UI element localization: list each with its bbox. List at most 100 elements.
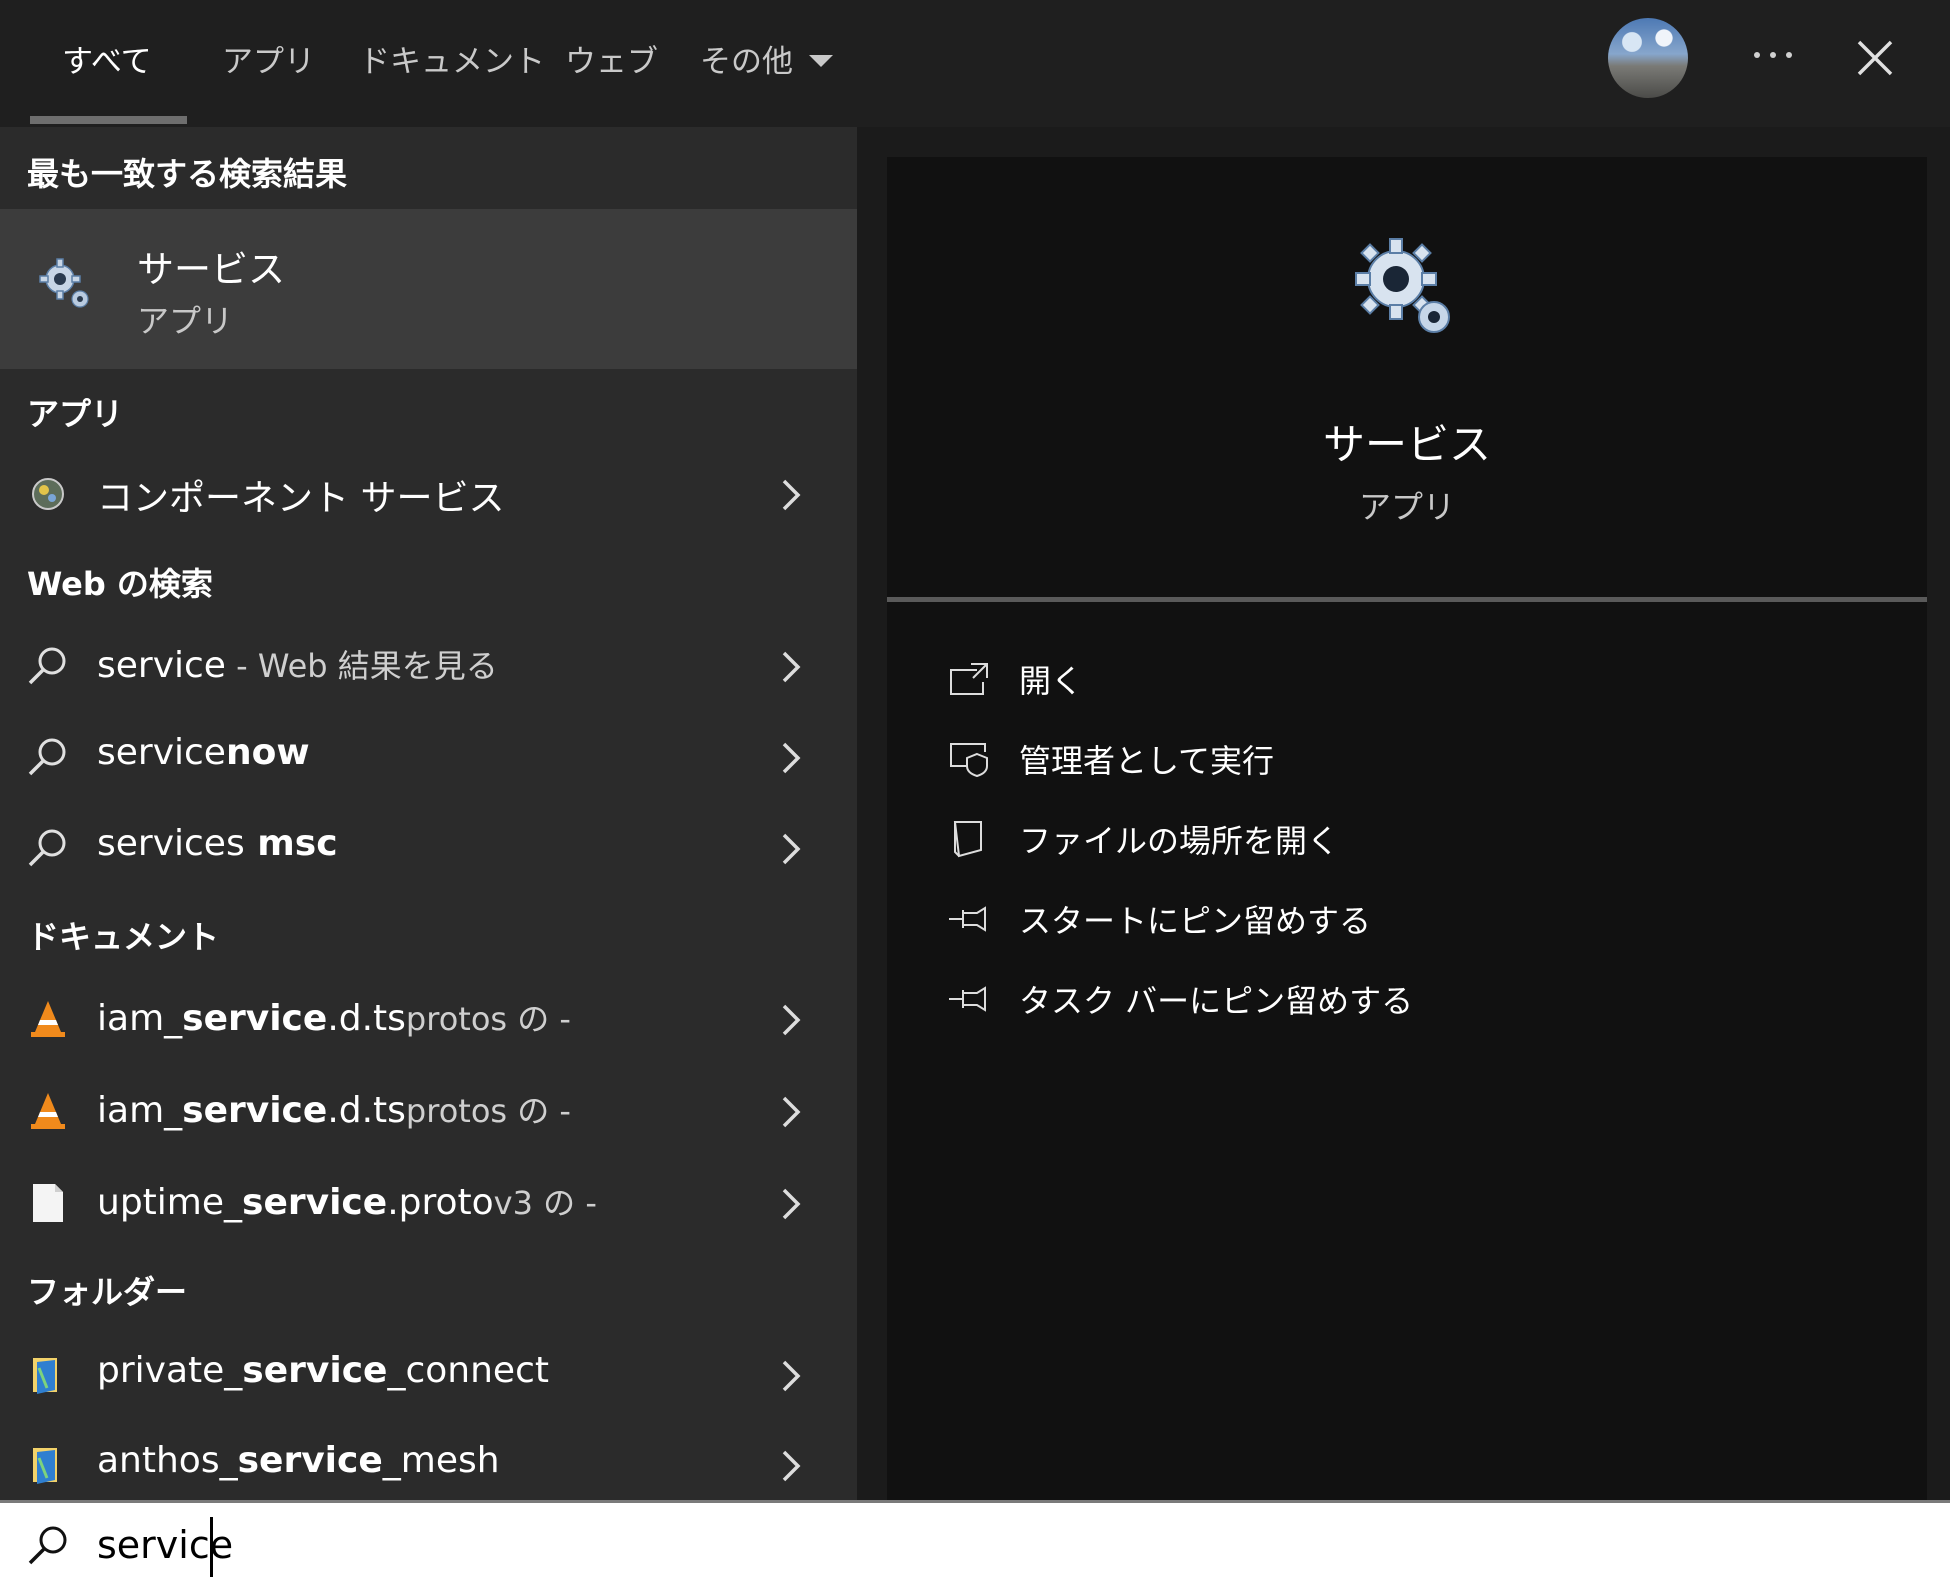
doc-location: v3 の -	[493, 1184, 597, 1222]
list-item-label: private_service_connect	[97, 1350, 549, 1391]
services-gear-icon	[39, 258, 89, 308]
action-label: ファイルの場所を開く	[1019, 822, 1340, 860]
search-input[interactable]	[97, 1515, 1797, 1575]
text-cursor	[210, 1517, 213, 1577]
action-run-as-admin[interactable]: 管理者として実行	[947, 730, 1847, 786]
action-pin-to-taskbar[interactable]: タスク バーにピン留めする	[947, 970, 1847, 1026]
section-apps: アプリ	[27, 395, 124, 433]
web-query-completion: msc	[244, 823, 338, 864]
doc-name-prefix: iam_	[97, 998, 183, 1039]
folder-icon	[33, 1358, 57, 1394]
action-pin-to-start[interactable]: スタートにピン留めする	[947, 890, 1847, 946]
list-item-document[interactable]: iam_service.d.tsprotos の -	[0, 1072, 857, 1152]
chevron-right-icon[interactable]	[780, 1448, 802, 1484]
active-tab-indicator	[30, 116, 187, 124]
tab-apps[interactable]: アプリ	[222, 36, 315, 81]
list-item-web[interactable]: services msc	[0, 809, 857, 889]
action-label: 管理者として実行	[1019, 742, 1275, 780]
web-query: service	[97, 732, 226, 773]
chevron-right-icon[interactable]	[780, 831, 802, 867]
services-gear-icon	[1355, 238, 1450, 333]
list-item-label: コンポーネント サービス	[97, 478, 505, 519]
pin-icon	[949, 906, 986, 932]
best-match-subtitle: アプリ	[137, 302, 234, 340]
avatar[interactable]	[1608, 18, 1688, 98]
doc-location: protos の -	[405, 1092, 571, 1130]
list-item-folder[interactable]: private_service_connect	[0, 1336, 857, 1416]
preview-title: サービス	[1322, 420, 1491, 469]
best-match-title: サービス	[137, 248, 285, 291]
list-item-label: service - Web 結果を見る	[97, 641, 498, 687]
section-folders: フォルダー	[27, 1273, 188, 1311]
chevron-right-icon[interactable]	[780, 1002, 802, 1038]
preview-subtitle: アプリ	[1358, 488, 1455, 526]
search-icon	[28, 647, 66, 685]
web-query: service	[97, 645, 226, 686]
list-item-folder[interactable]: anthos_service_mesh	[0, 1426, 857, 1500]
list-item-web[interactable]: servicenow	[0, 718, 857, 798]
folder-name-prefix: private_	[97, 1350, 243, 1391]
tab-documents[interactable]: ドキュメント	[359, 36, 545, 81]
vlc-cone-icon	[31, 1093, 65, 1129]
section-documents: ドキュメント	[27, 918, 220, 956]
list-item-document[interactable]: uptime_service.protov3 の -	[0, 1164, 857, 1244]
tab-more[interactable]: その他	[700, 36, 833, 81]
list-item-label: iam_service.d.tsprotos の -	[97, 994, 571, 1040]
preview-pane: サービス アプリ 開く 管理者として実行 ファイルの場所を開く スタートにピン留…	[887, 157, 1927, 1500]
best-match-item[interactable]: サービス アプリ	[0, 209, 857, 369]
web-query-completion: now	[225, 732, 310, 773]
file-icon	[33, 1184, 63, 1222]
list-item-label: servicenow	[97, 732, 310, 773]
doc-name-suffix: .proto	[387, 1182, 494, 1223]
search-bar	[0, 1500, 1950, 1590]
more-options-icon[interactable]	[1750, 40, 1796, 70]
folder-name-suffix: _mesh	[382, 1440, 500, 1481]
chevron-right-icon[interactable]	[780, 1186, 802, 1222]
doc-name-prefix: iam_	[97, 1090, 183, 1131]
results-pane: 最も一致する検索結果 サービス アプリ アプリ コンポーネント サービス Web…	[0, 127, 857, 1500]
pin-icon	[949, 986, 986, 1012]
web-query: services	[97, 823, 245, 864]
folder-name-match: service	[237, 1440, 383, 1481]
search-icon	[28, 829, 66, 867]
doc-name-prefix: uptime_	[97, 1182, 243, 1223]
folder-icon	[33, 1448, 57, 1484]
section-best-match: 最も一致する検索結果	[27, 155, 348, 193]
tab-all[interactable]: すべて	[62, 36, 152, 81]
folder-name-suffix: _connect	[387, 1350, 549, 1391]
action-open[interactable]: 開く	[947, 650, 1847, 706]
web-suffix: - Web 結果を見る	[225, 647, 498, 685]
chevron-right-icon[interactable]	[780, 477, 802, 513]
action-open-file-location[interactable]: ファイルの場所を開く	[947, 810, 1847, 866]
open-file-location-icon	[953, 821, 982, 858]
list-item-label: iam_service.d.tsprotos の -	[97, 1086, 571, 1132]
chevron-right-icon[interactable]	[780, 1094, 802, 1130]
run-as-admin-icon	[950, 743, 988, 778]
chevron-right-icon[interactable]	[780, 1358, 802, 1394]
component-services-icon	[32, 478, 64, 510]
chevron-right-icon[interactable]	[780, 740, 802, 776]
chevron-down-icon	[809, 54, 833, 67]
top-tab-bar: すべて アプリ ドキュメント ウェブ その他	[0, 0, 1950, 127]
list-item-app[interactable]: コンポーネント サービス	[0, 455, 857, 535]
tab-web[interactable]: ウェブ	[565, 36, 658, 81]
doc-name-match: service	[182, 1090, 328, 1131]
open-icon	[950, 663, 988, 695]
list-item-label: anthos_service_mesh	[97, 1440, 500, 1481]
folder-name-prefix: anthos_	[97, 1440, 238, 1481]
doc-name-suffix: .d.ts	[327, 998, 406, 1039]
divider	[887, 597, 1927, 602]
list-item-document[interactable]: iam_service.d.tsprotos の -	[0, 980, 857, 1060]
chevron-right-icon[interactable]	[780, 649, 802, 685]
vlc-cone-icon	[31, 1001, 65, 1037]
search-icon	[28, 1526, 67, 1565]
list-item-web[interactable]: service - Web 結果を見る	[0, 627, 857, 707]
doc-name-suffix: .d.ts	[327, 1090, 406, 1131]
action-label: タスク バーにピン留めする	[1019, 982, 1414, 1020]
tab-more-label: その他	[700, 44, 793, 80]
doc-name-match: service	[182, 998, 328, 1039]
list-item-label: services msc	[97, 823, 338, 864]
list-item-label: uptime_service.protov3 の -	[97, 1178, 597, 1224]
close-icon[interactable]	[1855, 38, 1895, 78]
action-label: 開く	[1019, 662, 1084, 700]
